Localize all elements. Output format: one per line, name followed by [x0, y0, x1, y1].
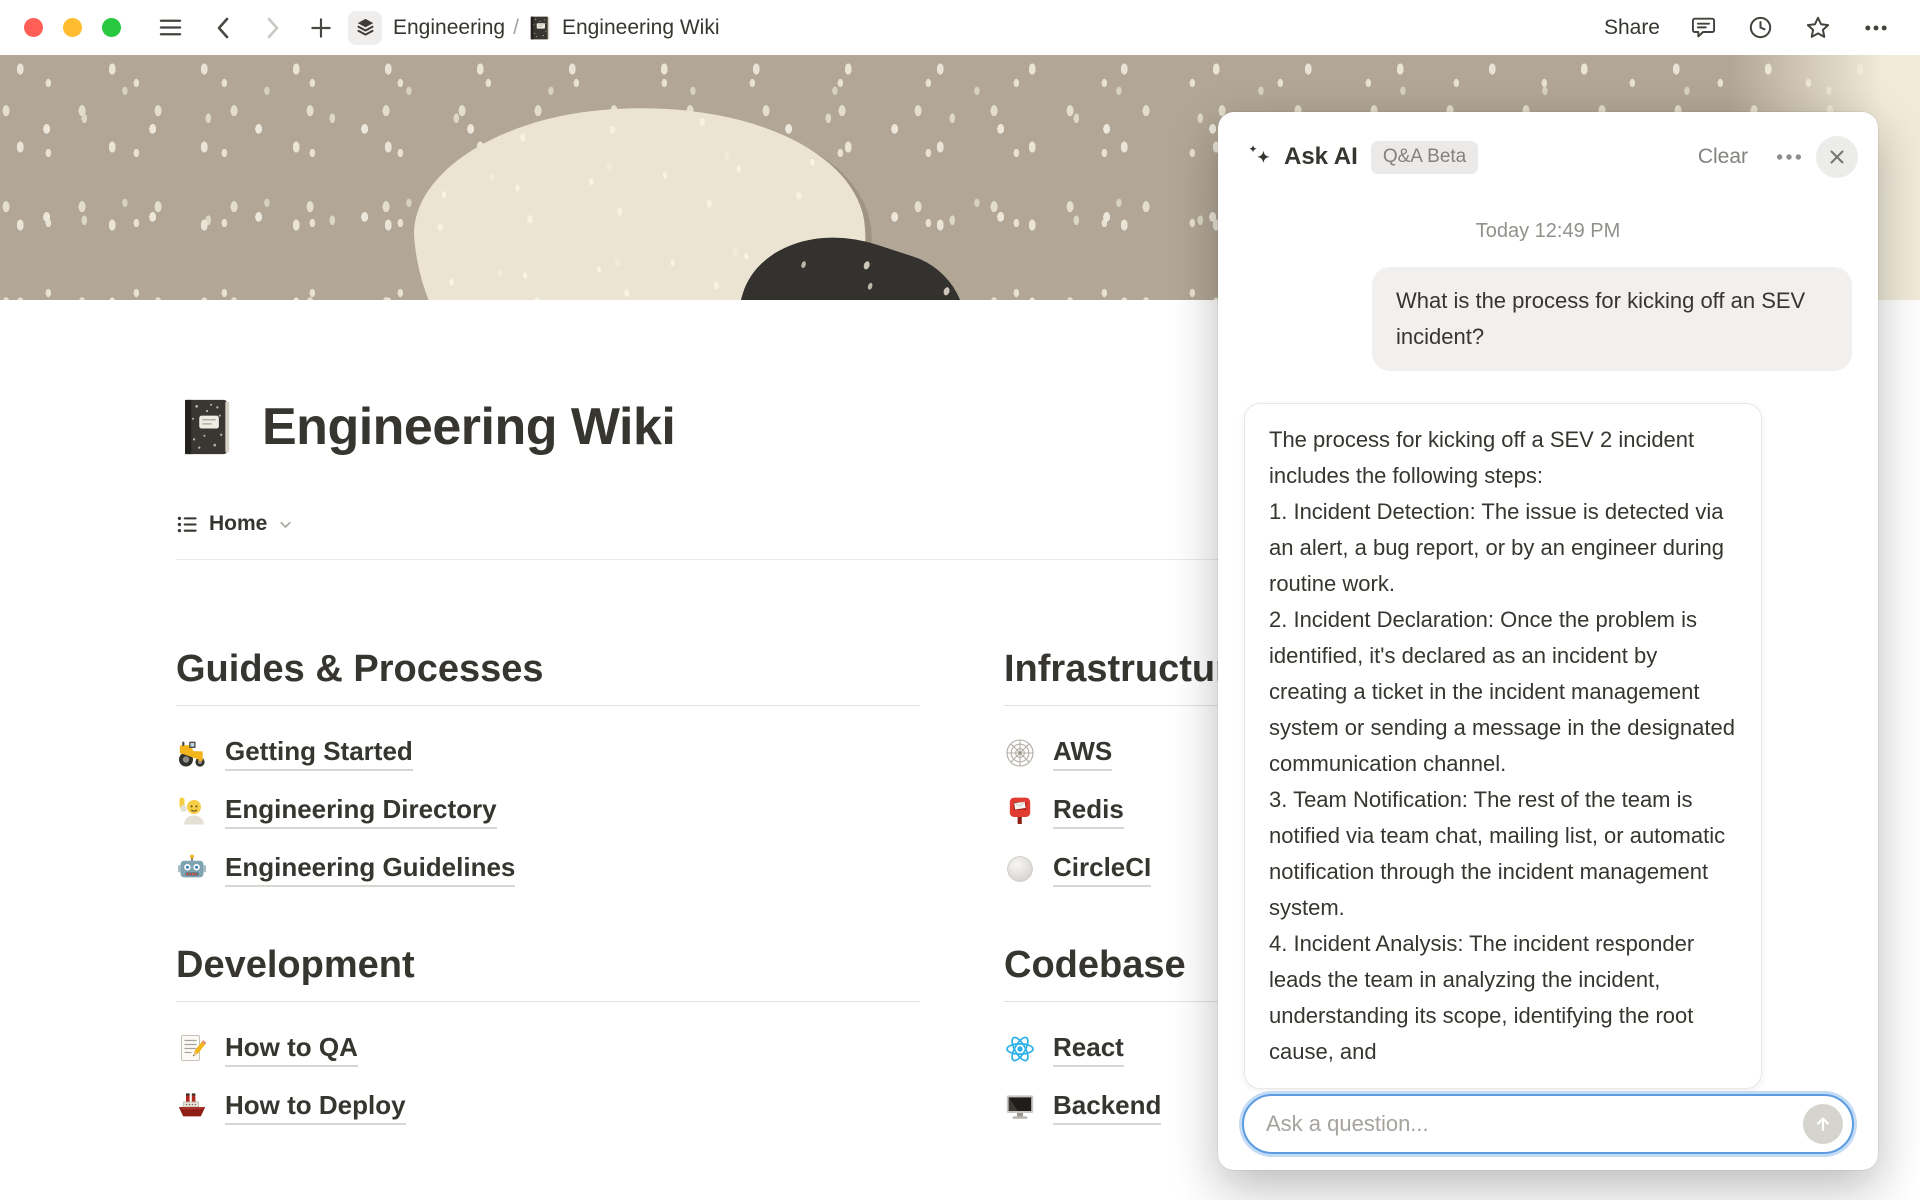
- link-label: Getting Started: [225, 735, 413, 771]
- app-window: Engineering / Engineering Wiki Share: [0, 0, 1920, 1200]
- divider: [176, 1001, 920, 1002]
- page-icon-notebook[interactable]: [176, 396, 238, 458]
- section-heading: Guides & Processes: [176, 646, 920, 692]
- left-column: Guides & Processes Getting Started Engin…: [176, 560, 920, 1142]
- section-development: Development How to QA How to Deploy: [176, 942, 920, 1130]
- chat-timestamp: Today 12:49 PM: [1244, 220, 1852, 243]
- comment-icon: [1690, 14, 1717, 41]
- favorite-button[interactable]: [1804, 14, 1832, 42]
- link-engineering-guidelines[interactable]: Engineering Guidelines: [176, 846, 920, 892]
- tab-home[interactable]: Home: [176, 512, 294, 536]
- window-more-button[interactable]: [1862, 14, 1890, 42]
- share-button[interactable]: Share: [1604, 16, 1660, 40]
- react-logo-icon: [1004, 1033, 1036, 1065]
- ship-icon: [176, 1091, 208, 1123]
- send-up-arrow-icon: [1813, 1114, 1833, 1134]
- send-button[interactable]: [1803, 1104, 1843, 1144]
- white-circle-icon: [1004, 853, 1036, 885]
- bullet-list-icon: [176, 513, 199, 536]
- link-getting-started[interactable]: Getting Started: [176, 730, 920, 776]
- new-page-button[interactable]: [308, 15, 334, 41]
- page-title: Engineering Wiki: [262, 397, 675, 457]
- ask-question-input[interactable]: [1264, 1110, 1803, 1138]
- panel-more-button[interactable]: [1772, 140, 1806, 174]
- breadcrumb-separator: /: [513, 16, 519, 40]
- notebook-icon: [527, 15, 553, 41]
- traffic-zoom-button[interactable]: [102, 18, 121, 37]
- link-label: Backend: [1053, 1089, 1161, 1125]
- link-engineering-directory[interactable]: Engineering Directory: [176, 788, 920, 834]
- ask-ai-panel: Ask AI Q&A Beta Clear Today 12:49 PM Wha…: [1218, 112, 1878, 1170]
- breadcrumb-teamspace[interactable]: Engineering: [393, 16, 505, 40]
- window-toolbar: Engineering / Engineering Wiki Share: [0, 0, 1920, 55]
- divider: [176, 705, 920, 706]
- link-how-to-deploy[interactable]: How to Deploy: [176, 1084, 920, 1130]
- traffic-minimize-button[interactable]: [63, 18, 82, 37]
- ai-sparkle-icon: [1244, 142, 1274, 172]
- star-icon: [1804, 14, 1832, 42]
- link-label: Engineering Guidelines: [225, 851, 515, 887]
- plus-icon: [308, 15, 334, 41]
- breadcrumb-teamspace-button[interactable]: [348, 11, 382, 45]
- link-label: How to Deploy: [225, 1089, 406, 1125]
- link-label: AWS: [1053, 735, 1112, 771]
- tractor-icon: [176, 737, 208, 769]
- tab-home-label: Home: [209, 512, 267, 536]
- history-clock-icon: [1747, 14, 1774, 41]
- postbox-icon: [1004, 795, 1036, 827]
- link-label: Engineering Directory: [225, 793, 497, 829]
- robot-icon: [176, 853, 208, 885]
- ask-ai-title: Ask AI: [1284, 143, 1358, 171]
- forward-button[interactable]: [260, 15, 284, 41]
- traffic-close-button[interactable]: [24, 18, 43, 37]
- section-guides-processes: Guides & Processes Getting Started Engin…: [176, 646, 920, 892]
- breadcrumb-page[interactable]: Engineering Wiki: [562, 16, 720, 40]
- close-panel-button[interactable]: [1816, 136, 1858, 178]
- link-label: React: [1053, 1031, 1124, 1067]
- user-question-bubble: What is the process for kicking off an S…: [1372, 267, 1852, 371]
- spider-web-icon: [1004, 737, 1036, 769]
- comments-button[interactable]: [1690, 14, 1717, 41]
- ask-ai-header: Ask AI Q&A Beta Clear: [1218, 112, 1878, 188]
- ai-answer-bubble: The process for kicking off a SEV 2 inci…: [1244, 403, 1762, 1089]
- link-label: How to QA: [225, 1031, 358, 1067]
- hamburger-icon: [157, 14, 184, 41]
- teamspace-layers-icon: [355, 17, 376, 38]
- chevron-down-icon: [277, 516, 294, 533]
- more-ellipsis-icon: [1862, 14, 1890, 42]
- back-icon: [212, 15, 236, 41]
- qa-beta-badge: Q&A Beta: [1371, 141, 1478, 174]
- link-label: CircleCI: [1053, 851, 1151, 887]
- forward-icon: [260, 15, 284, 41]
- chat-message-list[interactable]: Today 12:49 PM What is the process for k…: [1218, 188, 1878, 1092]
- desktop-computer-icon: [1004, 1091, 1036, 1123]
- person-raising-hand-icon: [176, 795, 208, 827]
- link-label: Redis: [1053, 793, 1124, 829]
- link-how-to-qa[interactable]: How to QA: [176, 1026, 920, 1072]
- ask-question-inputbar: [1242, 1094, 1854, 1154]
- page-history-button[interactable]: [1747, 14, 1774, 41]
- memo-icon: [176, 1033, 208, 1065]
- sidebar-menu-button[interactable]: [157, 14, 184, 41]
- close-icon: [1827, 147, 1847, 167]
- clear-button[interactable]: Clear: [1698, 145, 1748, 169]
- ellipsis-icon: [1772, 140, 1806, 174]
- section-heading: Development: [176, 942, 920, 988]
- back-button[interactable]: [212, 15, 236, 41]
